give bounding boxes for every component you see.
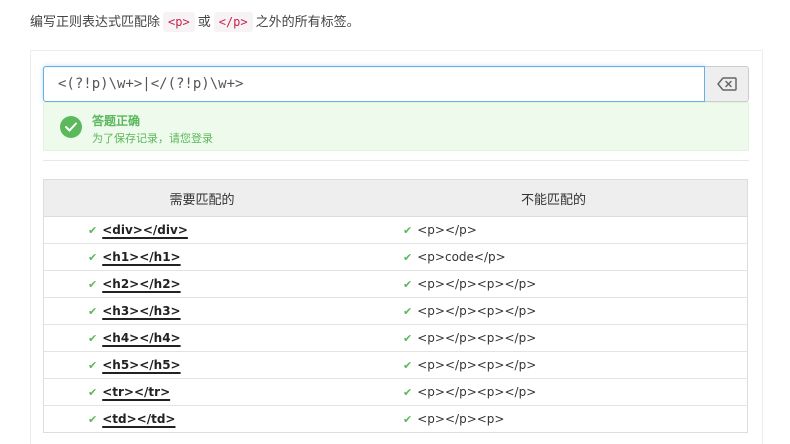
- table-row: ✔ <div></div> ✔ <p></p>: [43, 216, 748, 244]
- table-row: ✔ <h1></h1> ✔ <p>code</p>: [43, 243, 748, 271]
- nomatch-cell: ✔ <p></p><p></p>: [360, 378, 748, 406]
- nomatch-string: <p>code</p>: [417, 250, 506, 264]
- check-icon: ✔: [403, 224, 413, 237]
- nomatch-string: <p></p><p>: [417, 412, 505, 426]
- table-row: ✔ <h2></h2> ✔ <p></p><p></p>: [43, 270, 748, 298]
- match-string: <td></td>: [102, 412, 176, 426]
- check-icon: ✔: [88, 305, 98, 318]
- exercise-panel: 答题正确 为了保存记录，请您登录 需要匹配的 不能匹配的 ✔ <div></div…: [30, 50, 763, 444]
- nomatch-cell: ✔ <p></p><p></p>: [360, 324, 748, 352]
- match-string: <div></div>: [102, 223, 188, 237]
- header-must-not-match: 不能匹配的: [360, 179, 748, 217]
- match-string: <h1></h1>: [102, 250, 181, 264]
- regex-input-group: [43, 66, 749, 102]
- table-row: ✔ <td></td> ✔ <p></p><p>: [43, 405, 748, 433]
- table-row: ✔ <h5></h5> ✔ <p></p><p></p>: [43, 351, 748, 379]
- check-icon: ✔: [403, 251, 413, 264]
- nomatch-string: <p></p><p></p>: [417, 304, 537, 318]
- divider: [43, 160, 749, 161]
- check-icon: ✔: [403, 305, 413, 318]
- match-string: <h4></h4>: [102, 331, 181, 345]
- match-string: <tr></tr>: [102, 385, 171, 399]
- match-string: <h3></h3>: [102, 304, 181, 318]
- match-cell: ✔ <h2></h2>: [43, 270, 361, 298]
- nomatch-cell: ✔ <p>code</p>: [360, 243, 748, 271]
- header-must-match: 需要匹配的: [43, 179, 361, 217]
- match-cell: ✔ <h1></h1>: [43, 243, 361, 271]
- check-icon: ✔: [403, 413, 413, 426]
- regex-input[interactable]: [43, 66, 705, 102]
- match-cell: ✔ <div></div>: [43, 216, 361, 244]
- table-row: ✔ <tr></tr> ✔ <p></p><p></p>: [43, 378, 748, 406]
- check-icon: ✔: [88, 386, 98, 399]
- task-instruction: 编写正则表达式匹配除 <p> 或 </p> 之外的所有标签。: [30, 10, 360, 34]
- backspace-icon: [716, 77, 737, 91]
- match-cell: ✔ <td></td>: [43, 405, 361, 433]
- check-icon: ✔: [88, 413, 98, 426]
- check-icon: ✔: [403, 386, 413, 399]
- nomatch-string: <p></p><p></p>: [417, 385, 537, 399]
- nomatch-string: <p></p><p></p>: [417, 358, 537, 372]
- clear-button[interactable]: [705, 66, 749, 102]
- match-cell: ✔ <h4></h4>: [43, 324, 361, 352]
- table-header-row: 需要匹配的 不能匹配的: [43, 179, 748, 217]
- result-banner: 答题正确 为了保存记录，请您登录: [43, 102, 749, 151]
- result-subtitle: 为了保存记录，请您登录: [92, 132, 213, 145]
- instruction-prefix: 编写正则表达式匹配除: [30, 15, 161, 30]
- code-p-close: </p>: [213, 12, 253, 32]
- nomatch-cell: ✔ <p></p><p></p>: [360, 270, 748, 298]
- match-cell: ✔ <tr></tr>: [43, 378, 361, 406]
- nomatch-cell: ✔ <p></p>: [360, 216, 748, 244]
- table-row: ✔ <h4></h4> ✔ <p></p><p></p>: [43, 324, 748, 352]
- match-cell: ✔ <h3></h3>: [43, 297, 361, 325]
- code-p-open: <p>: [163, 12, 195, 32]
- match-string: <h5></h5>: [102, 358, 181, 372]
- test-cases-table: 需要匹配的 不能匹配的 ✔ <div></div> ✔ <p></p> ✔ <h1><…: [43, 179, 748, 433]
- check-icon: ✔: [88, 224, 98, 237]
- match-string: <h2></h2>: [102, 277, 181, 291]
- nomatch-cell: ✔ <p></p><p></p>: [360, 351, 748, 379]
- nomatch-string: <p></p><p></p>: [417, 331, 537, 345]
- nomatch-string: <p></p><p></p>: [417, 277, 537, 291]
- check-icon: ✔: [88, 332, 98, 345]
- check-icon: ✔: [88, 278, 98, 291]
- table-row: ✔ <h3></h3> ✔ <p></p><p></p>: [43, 297, 748, 325]
- result-title: 答题正确: [92, 114, 141, 128]
- instruction-conj: 或: [197, 15, 211, 30]
- check-icon: ✔: [403, 278, 413, 291]
- check-icon: ✔: [88, 251, 98, 264]
- check-icon: ✔: [403, 359, 413, 372]
- nomatch-cell: ✔ <p></p><p>: [360, 405, 748, 433]
- check-icon: ✔: [403, 332, 413, 345]
- success-check-icon: [60, 116, 82, 138]
- instruction-suffix: 之外的所有标签。: [255, 15, 360, 30]
- nomatch-cell: ✔ <p></p><p></p>: [360, 297, 748, 325]
- nomatch-string: <p></p>: [417, 223, 477, 237]
- check-icon: ✔: [88, 359, 98, 372]
- match-cell: ✔ <h5></h5>: [43, 351, 361, 379]
